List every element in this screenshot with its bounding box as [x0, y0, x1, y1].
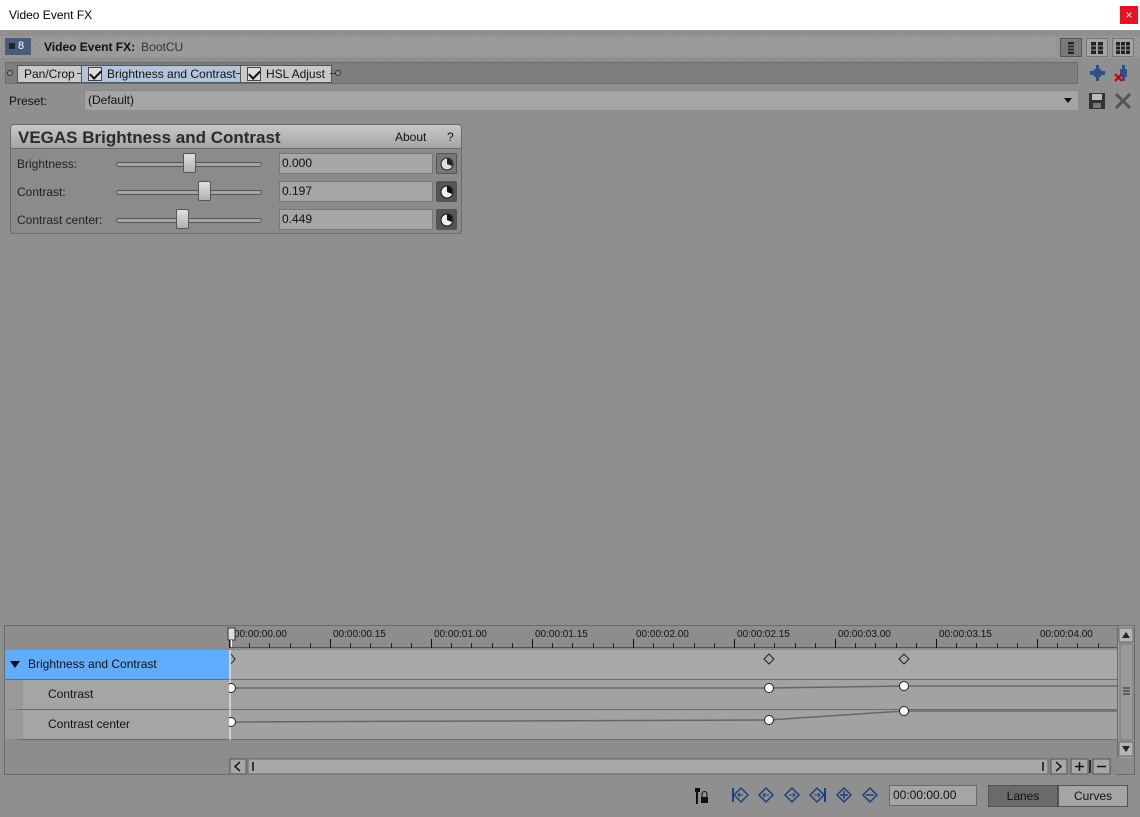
brightness-value-field[interactable]: 0.000	[279, 153, 433, 174]
about-button[interactable]: About	[395, 130, 426, 144]
fx-count-badge[interactable]: 8	[5, 38, 31, 55]
chain-item-label: Brightness and Contrast	[107, 67, 236, 81]
keyframe-marker	[899, 706, 909, 716]
plugin-chooser-icon[interactable]	[1087, 63, 1107, 83]
delete-preset-icon[interactable]	[1113, 91, 1133, 111]
contrast-value-field[interactable]: 0.197	[279, 181, 433, 202]
lane-label: Brightness and Contrast	[28, 657, 157, 671]
contrast-center-value-field[interactable]: 0.449	[279, 209, 433, 230]
fx-chain: Pan/Crop Brightness and Contrast HSL Adj…	[5, 62, 1078, 84]
keyframe-marker	[229, 717, 236, 727]
brightness-slider-thumb[interactable]	[183, 153, 196, 173]
delete-keyframe-icon[interactable]	[861, 786, 879, 804]
film-icon	[9, 43, 15, 50]
plugin-header: VEGAS Brightness and Contrast About ?	[11, 125, 461, 149]
param-label: Contrast center:	[17, 213, 103, 227]
animate-icon[interactable]	[436, 209, 457, 230]
keyframe-graph[interactable]	[229, 650, 1117, 740]
ruler-label: 00:00:00.15	[333, 629, 386, 640]
enable-checkbox[interactable]	[88, 67, 102, 81]
keyframe-marker	[230, 653, 236, 665]
grid-view-icon[interactable]	[1112, 38, 1134, 57]
horizontal-scrollbar[interactable]	[229, 758, 1117, 775]
title-bar: Video Event FX ×	[0, 0, 1140, 30]
lane-label: Contrast center	[48, 717, 131, 731]
fx-count: 8	[18, 40, 25, 52]
split-view-icon[interactable]	[1086, 38, 1108, 57]
chain-item-label: HSL Adjust	[266, 67, 325, 81]
lane-contrast-center[interactable]: Contrast center	[5, 710, 229, 740]
contrast-center-curve	[229, 710, 1117, 723]
preset-dropdown[interactable]: (Default)	[84, 90, 1079, 111]
chain-end-icon	[335, 70, 341, 76]
keyframe-marker	[763, 653, 775, 665]
ruler-label: 00:00:02.00	[636, 629, 689, 640]
ruler-label: 00:00:01.00	[434, 629, 487, 640]
save-preset-icon[interactable]	[1087, 91, 1107, 111]
sync-cursor-lock-icon[interactable]	[691, 786, 711, 806]
param-row-brightness: Brightness: 0.000	[13, 151, 459, 177]
playhead-icon[interactable]	[227, 627, 237, 647]
keyframe-timeline: 00:00:00.00 00:00:00.15 00:00:01.00 00:0…	[4, 625, 1135, 775]
lane-brightness-contrast[interactable]: Brightness and Contrast	[5, 650, 229, 680]
keyframe-marker	[229, 683, 236, 693]
time-ruler[interactable]: 00:00:00.00 00:00:00.15 00:00:01.00 00:0…	[229, 626, 1117, 648]
param-row-contrast-center: Contrast center: 0.449	[13, 207, 459, 233]
plugin-panel: VEGAS Brightness and Contrast About ? Br…	[10, 124, 462, 234]
chain-item-hsl-adjust[interactable]: HSL Adjust	[240, 65, 332, 83]
prev-keyframe-icon[interactable]	[757, 786, 775, 804]
plugin-title: VEGAS Brightness and Contrast	[18, 128, 281, 147]
lane-label: Contrast	[48, 687, 94, 701]
contrast-center-slider[interactable]	[116, 218, 262, 223]
param-label: Brightness:	[17, 157, 78, 171]
chain-item-label: Pan/Crop	[24, 67, 75, 81]
animate-icon[interactable]	[436, 153, 457, 174]
header-label: Video Event FX:	[44, 40, 136, 54]
preset-value: (Default)	[88, 93, 135, 107]
contrast-slider[interactable]	[116, 190, 262, 195]
contrast-slider-thumb[interactable]	[197, 181, 211, 201]
vertical-scrollbar[interactable]	[1117, 626, 1134, 758]
ruler-label: 00:00:03.15	[939, 629, 992, 640]
param-label: Contrast:	[17, 185, 66, 199]
ruler-label: 00:00:02.15	[737, 629, 790, 640]
close-button[interactable]: ×	[1120, 6, 1138, 24]
single-view-icon[interactable]	[1060, 38, 1082, 57]
keyframe-marker	[764, 683, 774, 693]
animate-icon[interactable]	[436, 181, 457, 202]
keyframe-marker	[899, 681, 909, 691]
lanes-toggle-button[interactable]: Lanes	[988, 785, 1058, 807]
last-keyframe-icon[interactable]	[809, 786, 827, 804]
keyframe-marker	[898, 653, 910, 665]
contrast-center-slider-thumb[interactable]	[175, 209, 189, 229]
enable-checkbox[interactable]	[247, 67, 261, 81]
preset-label: Preset:	[9, 94, 48, 108]
ruler-label: 00:00:03.00	[838, 629, 891, 640]
curves-toggle-button[interactable]: Curves	[1058, 785, 1128, 807]
fx-header-title: Video Event FX: BootCU	[40, 38, 1056, 56]
chain-start-icon	[7, 70, 13, 76]
help-button[interactable]: ?	[447, 130, 454, 144]
chevron-down-icon[interactable]	[1064, 98, 1072, 103]
chain-item-brightness-contrast[interactable]: Brightness and Contrast	[81, 65, 243, 83]
keyframe-lanes[interactable]	[229, 650, 1117, 740]
remove-plugin-icon[interactable]	[1113, 63, 1133, 83]
timecode-field[interactable]: 00:00:00.00	[889, 785, 977, 806]
window-title: Video Event FX	[9, 8, 93, 22]
collapse-triangle-icon[interactable]	[10, 661, 20, 668]
first-keyframe-icon[interactable]	[731, 786, 749, 804]
ruler-label: 00:00:01.15	[535, 629, 588, 640]
contrast-curve	[229, 685, 1117, 689]
ruler-label: 00:00:04.00	[1040, 629, 1093, 640]
ruler-label: 00:00:00.00	[234, 629, 287, 640]
chain-item-pan-crop[interactable]: Pan/Crop	[17, 65, 82, 83]
media-name: BootCU	[141, 40, 184, 54]
add-keyframe-icon[interactable]	[835, 786, 853, 804]
lane-contrast[interactable]: Contrast	[5, 680, 229, 710]
keyframe-marker	[764, 715, 774, 725]
next-keyframe-icon[interactable]	[783, 786, 801, 804]
param-row-contrast: Contrast: 0.197	[13, 179, 459, 205]
